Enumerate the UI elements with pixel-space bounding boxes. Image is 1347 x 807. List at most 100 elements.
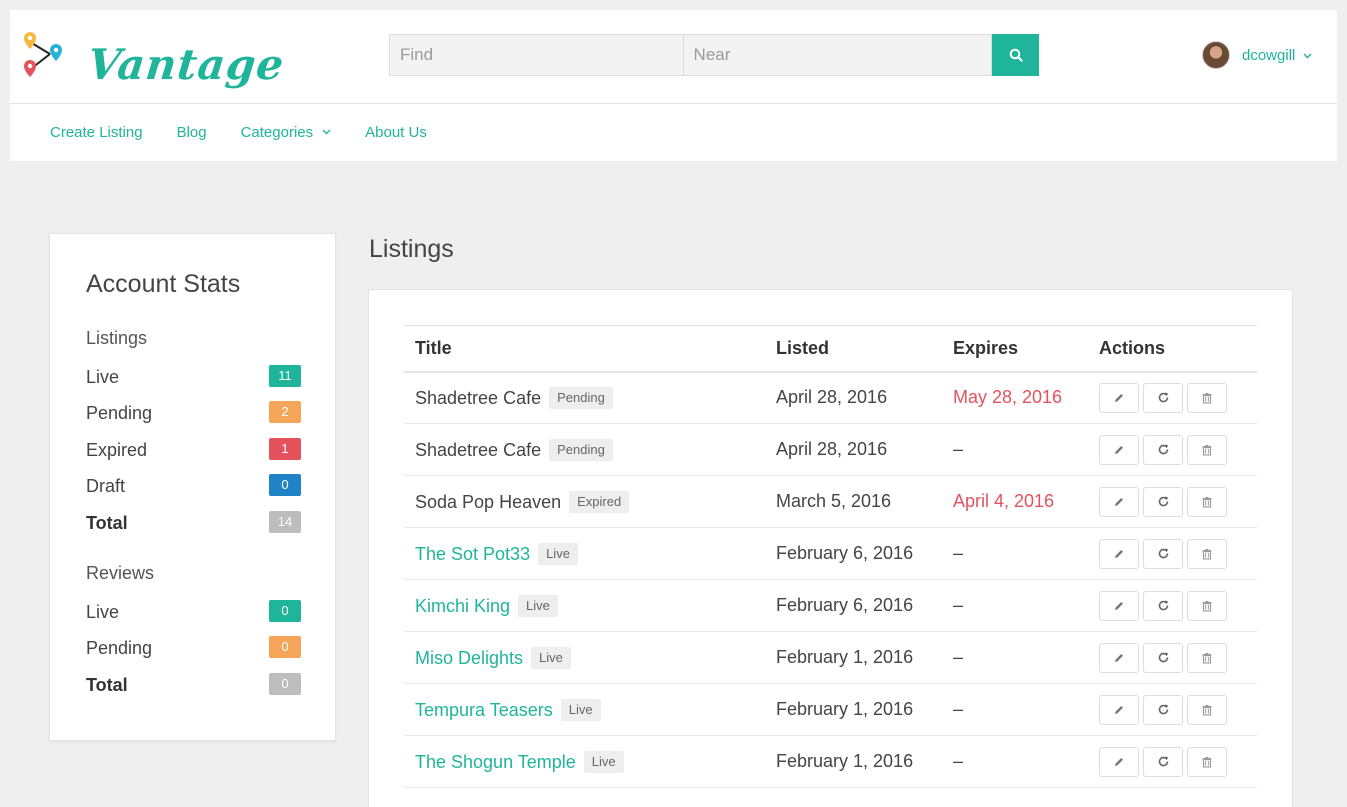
expires-date: – <box>942 735 1088 788</box>
column-header-expires: Expires <box>942 325 1088 373</box>
stat-row-listings-pending: Pending 2 <box>86 401 301 425</box>
nav-create-listing[interactable]: Create Listing <box>50 124 143 141</box>
stat-row-reviews-pending: Pending 0 <box>86 636 301 660</box>
listing-title: Shadetree Cafe <box>415 439 542 460</box>
stat-label: Pending <box>86 638 153 658</box>
table-row: Shadetree Cafe Pending April 28, 2016– <box>404 423 1257 476</box>
trash-icon <box>1201 444 1213 456</box>
pencil-icon <box>1113 444 1125 456</box>
status-badge: Live <box>531 646 571 669</box>
expires-date: May 28, 2016 <box>942 371 1088 424</box>
listing-title-cell: Kimchi King Live <box>404 579 765 632</box>
delete-button[interactable] <box>1187 486 1227 517</box>
table-row: The Shogun Temple Live February 1, 2016– <box>404 735 1257 788</box>
nav-about-us[interactable]: About Us <box>365 124 427 141</box>
nav-categories-label: Categories <box>240 123 314 141</box>
listing-title[interactable]: Miso Delights <box>415 648 523 668</box>
status-badge: Pending <box>549 438 613 461</box>
trash-icon <box>1201 652 1213 664</box>
actions-cell <box>1088 371 1257 424</box>
find-input[interactable] <box>389 34 683 76</box>
column-header-title: Title <box>404 325 765 373</box>
delete-button[interactable] <box>1187 382 1227 413</box>
action-buttons <box>1099 590 1257 621</box>
main-nav: Create Listing Blog Categories About Us <box>10 104 1337 160</box>
trash-icon <box>1201 600 1213 612</box>
action-buttons <box>1099 434 1257 465</box>
search-icon <box>1009 48 1023 62</box>
trash-icon <box>1201 756 1213 768</box>
count-badge: 14 <box>269 511 301 533</box>
action-buttons <box>1099 486 1257 517</box>
listed-date: February 1, 2016 <box>765 683 942 736</box>
delete-button[interactable] <box>1187 590 1227 621</box>
renew-button[interactable] <box>1143 486 1183 517</box>
stat-row-listings-live: Live 11 <box>86 365 301 389</box>
edit-button[interactable] <box>1099 694 1139 725</box>
edit-button[interactable] <box>1099 434 1139 465</box>
renew-button[interactable] <box>1143 538 1183 569</box>
edit-button[interactable] <box>1099 590 1139 621</box>
listed-date: March 5, 2016 <box>765 475 942 528</box>
edit-button[interactable] <box>1099 486 1139 517</box>
search-button[interactable] <box>992 34 1039 76</box>
stat-label: Draft <box>86 476 126 496</box>
listing-title[interactable]: Kimchi King <box>415 596 510 616</box>
actions-cell <box>1088 423 1257 476</box>
edit-button[interactable] <box>1099 746 1139 777</box>
nav-categories[interactable]: Categories <box>241 124 332 141</box>
table-row: Shadetree Cafe Pending April 28, 2016 May 2… <box>404 371 1257 424</box>
avatar[interactable] <box>1202 41 1230 69</box>
renew-button[interactable] <box>1143 642 1183 673</box>
delete-button[interactable] <box>1187 538 1227 569</box>
action-buttons <box>1099 746 1257 777</box>
edit-button[interactable] <box>1099 642 1139 673</box>
delete-button[interactable] <box>1187 434 1227 465</box>
user-menu[interactable]: dcowgill <box>1202 41 1312 69</box>
listed-date: April 28, 2016 <box>765 371 942 424</box>
refresh-icon <box>1157 755 1170 768</box>
nav-create-listing-label: Create Listing <box>50 123 143 141</box>
listing-title[interactable]: Tempura Teasers <box>415 700 553 720</box>
refresh-icon <box>1157 391 1170 404</box>
expires-date: April 4, 2016 <box>942 475 1088 528</box>
trash-icon <box>1201 392 1213 404</box>
stat-row-listings-total: Total 14 <box>86 511 301 535</box>
column-header-actions: Actions <box>1088 325 1257 373</box>
actions-cell <box>1088 683 1257 736</box>
chevron-down-icon[interactable] <box>1303 53 1312 59</box>
stat-label: Total <box>86 513 128 533</box>
delete-button[interactable] <box>1187 694 1227 725</box>
status-badge: Pending <box>549 386 613 409</box>
edit-button[interactable] <box>1099 538 1139 569</box>
status-badge: Live <box>518 594 558 617</box>
renew-button[interactable] <box>1143 382 1183 413</box>
trash-icon <box>1201 548 1213 560</box>
count-badge: 0 <box>269 600 301 622</box>
listing-title[interactable]: The Shogun Temple <box>415 752 576 772</box>
renew-button[interactable] <box>1143 694 1183 725</box>
search-bar <box>389 34 1039 76</box>
listing-title-cell: The Shogun Temple Live <box>404 735 765 788</box>
count-badge: 0 <box>269 474 301 496</box>
expires-date: – <box>942 631 1088 684</box>
site-logo[interactable]: Vantage <box>22 28 287 90</box>
renew-button[interactable] <box>1143 746 1183 777</box>
renew-button[interactable] <box>1143 590 1183 621</box>
listings-stats-heading: Listings <box>86 328 148 348</box>
listing-title-cell: Shadetree Cafe Pending <box>404 423 765 476</box>
table-row: The Sot Pot33 Live February 6, 2016– <box>404 527 1257 580</box>
username[interactable]: dcowgill <box>1242 47 1295 64</box>
nav-blog[interactable]: Blog <box>177 124 207 141</box>
delete-button[interactable] <box>1187 642 1227 673</box>
renew-button[interactable] <box>1143 434 1183 465</box>
near-input[interactable] <box>682 34 993 76</box>
edit-button[interactable] <box>1099 382 1139 413</box>
listing-title-cell: Tempura Teasers Live <box>404 683 765 736</box>
listed-date: February 1, 2016 <box>765 631 942 684</box>
listing-title[interactable]: The Sot Pot33 <box>415 544 530 564</box>
delete-button[interactable] <box>1187 746 1227 777</box>
pencil-icon <box>1113 496 1125 508</box>
action-buttons <box>1099 642 1257 673</box>
action-buttons <box>1099 382 1257 413</box>
